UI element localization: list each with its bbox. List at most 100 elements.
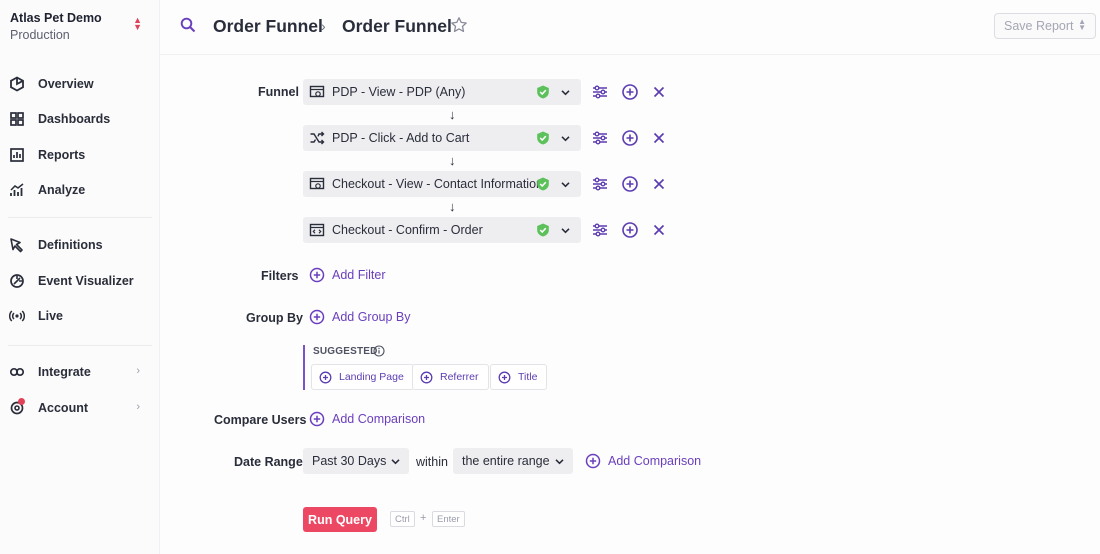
funnel-step-2[interactable]: PDP - Click - Add to Cart	[303, 125, 581, 151]
funnel-step-label: Checkout - View - Contact Information	[332, 177, 543, 191]
chevron-down-icon[interactable]	[560, 133, 571, 144]
funnel-step-1[interactable]: PDP - View - PDP (Any)	[303, 79, 581, 105]
sidebar-item-label: Integrate	[38, 365, 91, 379]
sidebar-item-definitions[interactable]: Definitions	[8, 232, 148, 258]
add-step-icon[interactable]	[621, 175, 639, 193]
select-arrows-icon: ▲ ▼	[1078, 17, 1086, 32]
chevron-down-icon	[555, 459, 564, 465]
sidebar-item-account[interactable]: Account ›	[8, 395, 148, 421]
save-report-label: Save Report	[1004, 19, 1074, 33]
suggestion-chip-title[interactable]: Title	[490, 364, 548, 390]
add-step-icon[interactable]	[621, 221, 639, 239]
sidebar-item-label: Overview	[38, 77, 94, 91]
funnel-step-4[interactable]: Checkout - Confirm - Order	[303, 217, 581, 243]
star-icon[interactable]	[450, 16, 468, 34]
sidebar-item-label: Analyze	[38, 183, 86, 197]
switcher-arrows-icon: ▲ ▼	[133, 15, 142, 32]
grid-icon	[10, 112, 24, 126]
suggestion-chip-referrer[interactable]: Referrer	[412, 364, 489, 390]
add-step-icon[interactable]	[621, 83, 639, 101]
chevron-right-icon: ›	[136, 365, 140, 377]
sidebar-item-label: Account	[38, 401, 88, 415]
breadcrumb-parent[interactable]: Order Funnel	[213, 16, 323, 37]
org-environment: Production	[10, 28, 70, 42]
integrate-link-icon	[9, 367, 25, 377]
add-filter-label: Add Filter	[332, 268, 386, 282]
chevron-down-icon[interactable]	[560, 179, 571, 190]
save-report-button[interactable]: Save Report ▲ ▼	[994, 13, 1096, 39]
header-divider	[160, 54, 1100, 55]
arrow-down-icon: ↓	[449, 153, 456, 168]
hexagon-icon	[10, 76, 24, 92]
sidebar-divider	[8, 217, 152, 218]
sidebar-item-reports[interactable]: Reports	[8, 142, 148, 168]
report-icon	[10, 148, 24, 162]
date-range-select[interactable]: Past 30 Days	[303, 448, 409, 474]
definitions-cursor-icon	[10, 238, 23, 253]
add-circle-icon	[309, 309, 325, 325]
add-circle-icon	[309, 411, 325, 427]
remove-step-icon[interactable]	[650, 83, 668, 101]
step-settings-icon[interactable]	[591, 83, 609, 101]
add-step-icon[interactable]	[621, 129, 639, 147]
suggested-title: SUGGESTED	[313, 346, 378, 357]
chevron-right-icon: ›	[136, 401, 140, 413]
shortcut-plus: +	[420, 512, 427, 524]
check-circle-icon	[537, 177, 549, 191]
add-date-comparison-button[interactable]: Add Comparison	[585, 453, 701, 469]
info-icon[interactable]	[373, 345, 385, 357]
add-circle-icon	[309, 267, 325, 283]
run-query-button[interactable]: Run Query	[303, 507, 377, 532]
confirm-code-icon	[309, 223, 325, 237]
remove-step-icon[interactable]	[650, 129, 668, 147]
remove-step-icon[interactable]	[650, 175, 668, 193]
check-circle-icon	[537, 131, 549, 145]
add-filter-button[interactable]: Add Filter	[309, 267, 386, 283]
within-range-select[interactable]: the entire range	[453, 448, 573, 474]
step-settings-icon[interactable]	[591, 129, 609, 147]
add-date-comparison-label: Add Comparison	[608, 454, 702, 468]
suggestion-label: Landing Page	[339, 371, 404, 383]
remove-step-icon[interactable]	[650, 221, 668, 239]
check-circle-icon	[537, 85, 549, 99]
suggestion-label: Referrer	[440, 371, 479, 383]
sidebar-item-event-visualizer[interactable]: Event Visualizer	[8, 268, 148, 294]
sidebar-item-analyze[interactable]: Analyze	[8, 177, 148, 203]
arrow-down-icon: ↓	[449, 107, 456, 122]
page-view-icon	[309, 177, 325, 190]
date-range-value: Past 30 Days	[312, 454, 387, 468]
add-circle-icon	[498, 371, 511, 383]
filters-label: Filters	[261, 269, 299, 283]
funnel-step-label: PDP - Click - Add to Cart	[332, 131, 470, 145]
add-group-by-label: Add Group By	[332, 310, 411, 324]
event-visualizer-icon	[10, 274, 24, 288]
step-settings-icon[interactable]	[591, 175, 609, 193]
sidebar-item-label: Dashboards	[38, 112, 111, 126]
sidebar-item-dashboards[interactable]: Dashboards	[8, 106, 148, 132]
suggestion-chip-landing-page[interactable]: Landing Page	[311, 364, 414, 390]
page-title: Order Funnel	[342, 16, 452, 36]
sidebar-divider	[8, 345, 152, 346]
add-comparison-button[interactable]: Add Comparison	[309, 411, 425, 427]
org-name: Atlas Pet Demo	[10, 11, 102, 25]
breadcrumb-separator-icon: ›	[321, 18, 326, 34]
notification-dot	[18, 398, 25, 405]
org-switcher[interactable]: Atlas Pet Demo Production ▲ ▼	[10, 11, 150, 45]
sidebar-item-label: Live	[38, 309, 64, 323]
date-range-label: Date Range	[234, 455, 303, 469]
sidebar-item-label: Definitions	[38, 238, 103, 252]
chevron-down-icon[interactable]	[560, 225, 571, 236]
page-view-icon	[309, 85, 325, 98]
sidebar-item-overview[interactable]: Overview	[8, 71, 148, 97]
step-settings-icon[interactable]	[591, 221, 609, 239]
suggestion-label: Title	[518, 371, 538, 383]
funnel-step-label: Checkout - Confirm - Order	[332, 223, 483, 237]
add-group-by-button[interactable]: Add Group By	[309, 309, 411, 325]
shortcut-key-ctrl: Ctrl	[390, 511, 415, 527]
check-circle-icon	[537, 223, 549, 237]
sidebar-item-live[interactable]: Live	[8, 303, 148, 329]
funnel-step-3[interactable]: Checkout - View - Contact Information	[303, 171, 581, 197]
sidebar-item-integrate[interactable]: Integrate ›	[8, 359, 148, 385]
search-icon[interactable]	[180, 17, 196, 33]
chevron-down-icon[interactable]	[560, 87, 571, 98]
